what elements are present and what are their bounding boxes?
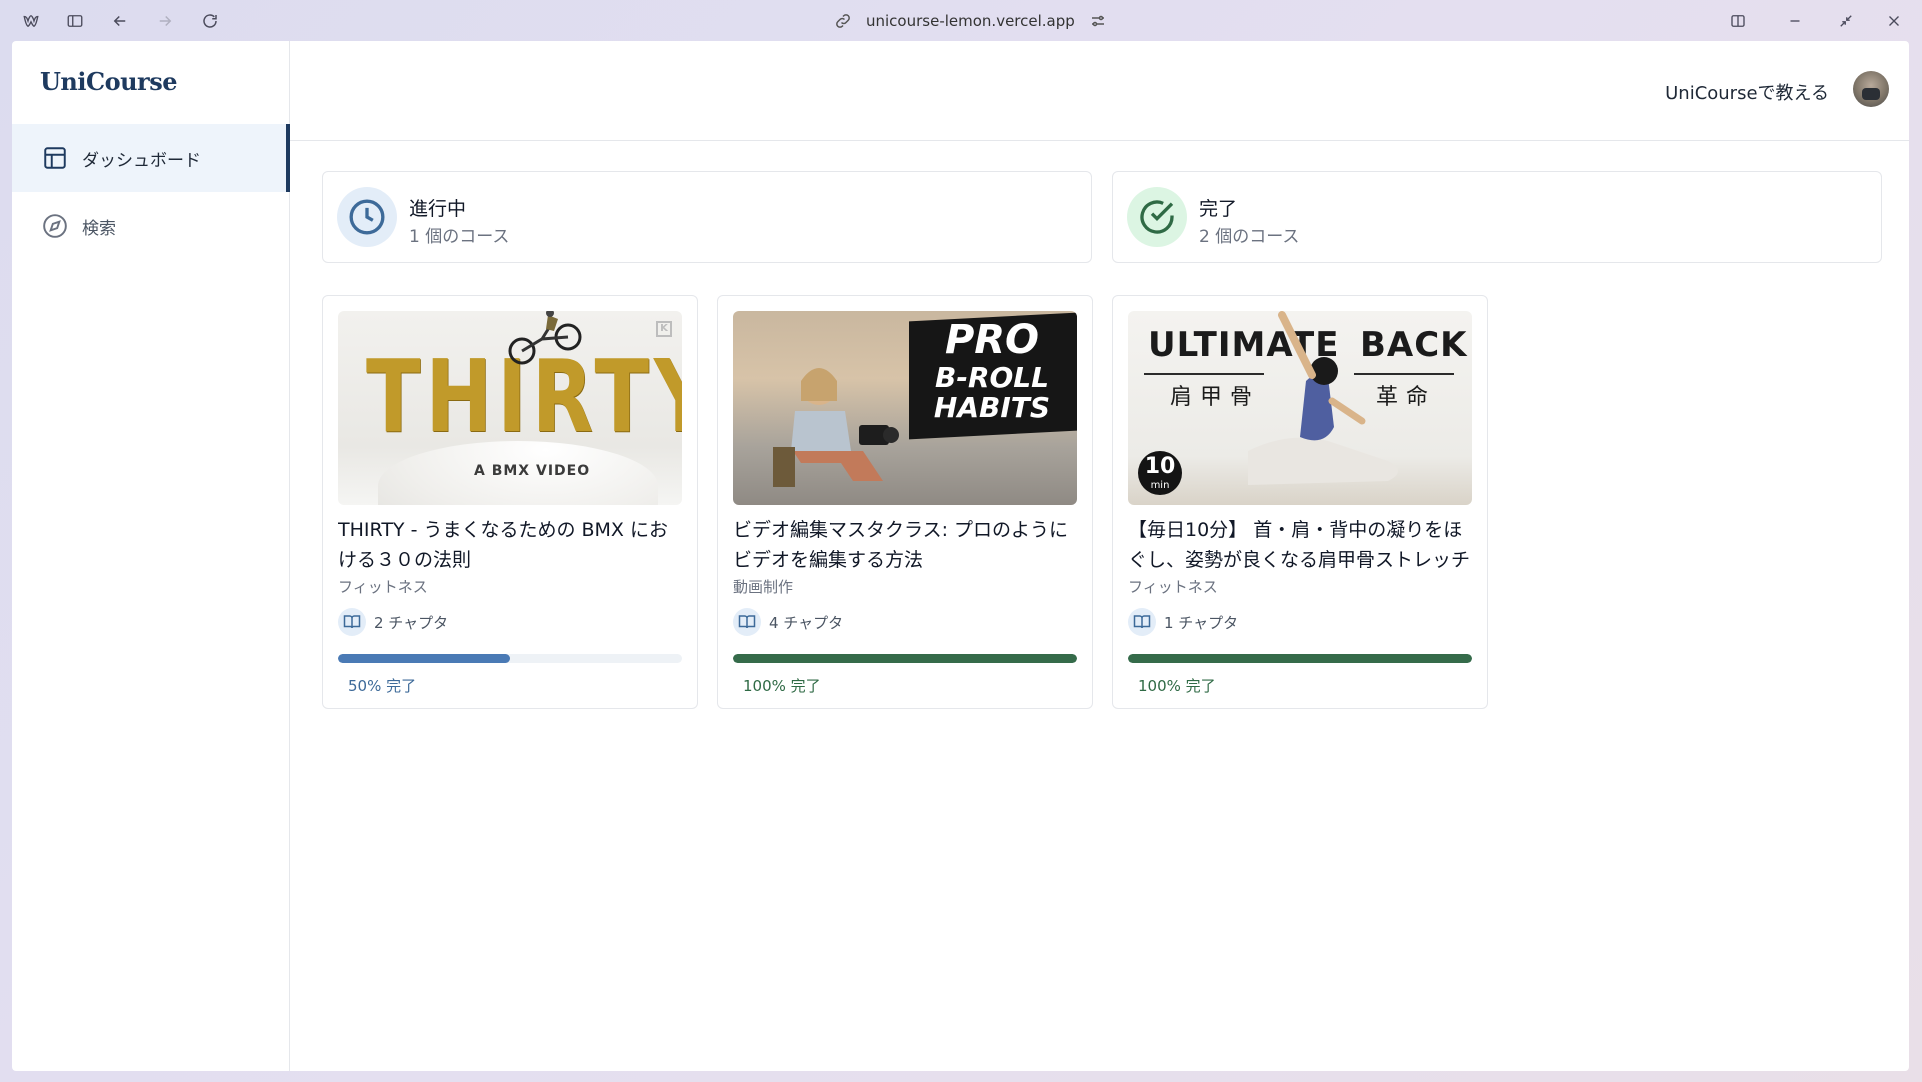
chapter-label: 1 チャプタ: [1164, 613, 1239, 632]
split-view-icon[interactable]: [1725, 8, 1751, 34]
course-card[interactable]: ULTIMATE BACK 肩甲骨 革命 10 min 【毎日10分】 首・肩・…: [1112, 295, 1488, 709]
course-thumbnail[interactable]: THIRTY A BMX VIDEO K: [338, 311, 682, 505]
stat-title: 完了: [1199, 198, 1238, 220]
book-icon: [1128, 608, 1156, 636]
book-icon: [733, 608, 761, 636]
progress-fill: [1128, 654, 1472, 663]
dashboard-main: 進行中 1 個のコース 完了 2 個のコース THIRTY A BMX VIDE…: [290, 141, 1909, 1071]
course-card[interactable]: THIRTY A BMX VIDEO K THIRTY - うまくなるための B…: [322, 295, 698, 709]
duration-badge: 10 min: [1138, 451, 1182, 495]
progress-label: 50% 完了: [348, 677, 417, 695]
sidebar: UniCourse ダッシュボード 検索: [12, 41, 290, 1071]
sidebar-item-dashboard[interactable]: ダッシュボード: [12, 124, 290, 192]
address-bar[interactable]: unicourse-lemon.vercel.app: [834, 8, 1107, 34]
back-icon[interactable]: [107, 8, 133, 34]
compass-icon: [43, 214, 67, 238]
forward-icon[interactable]: [152, 8, 178, 34]
stretching-woman-photo: [1248, 311, 1398, 485]
progress-bar: [1128, 654, 1472, 663]
bmx-rider-icon: [508, 311, 582, 365]
logo[interactable]: UniCourse: [40, 67, 177, 101]
restore-icon[interactable]: [1833, 8, 1859, 34]
progress-bar: [733, 654, 1077, 663]
progress-label: 100% 完了: [743, 677, 821, 695]
videographer-photo: [773, 368, 899, 487]
chapter-label: 4 チャプタ: [769, 613, 844, 632]
reload-icon[interactable]: [197, 8, 223, 34]
course-category: フィットネス: [1128, 578, 1218, 596]
chapter-count: 2 チャプタ: [338, 608, 448, 636]
avatar[interactable]: [1853, 71, 1889, 107]
stat-title: 進行中: [409, 198, 467, 220]
completed-stat-card: 完了 2 個のコース: [1112, 171, 1882, 263]
browser-toolbar: unicourse-lemon.vercel.app: [0, 0, 1922, 41]
site-settings-icon[interactable]: [1089, 12, 1107, 30]
progress-label: 100% 完了: [1138, 677, 1216, 695]
sidebar-toggle-icon[interactable]: [62, 8, 88, 34]
chapter-label: 2 チャプタ: [374, 613, 449, 632]
course-thumbnail[interactable]: ULTIMATE BACK 肩甲骨 革命 10 min: [1128, 311, 1472, 505]
clock-icon: [337, 187, 397, 247]
stat-subtitle: 2 個のコース: [1199, 227, 1300, 247]
chapter-count: 1 チャプタ: [1128, 608, 1238, 636]
book-icon: [338, 608, 366, 636]
app-window: UniCourse ダッシュボード 検索 UniCourseで教える 進行中 1…: [12, 41, 1909, 1071]
close-icon[interactable]: [1881, 8, 1907, 34]
layout-icon: [44, 147, 66, 169]
top-bar: UniCourseで教える: [290, 41, 1909, 141]
stat-subtitle: 1 個のコース: [409, 227, 510, 247]
browser-logo-icon[interactable]: [18, 8, 44, 34]
course-title[interactable]: ビデオ編集マスタクラス: プロのようにビデオを編集する方法: [733, 515, 1079, 575]
course-title[interactable]: THIRTY - うまくなるための BMX における３０の法則: [338, 515, 684, 575]
progress-fill: [338, 654, 510, 663]
course-card[interactable]: PRO B-ROLL HABITS ビデオ編集マスタクラス: プロのようにビデオ…: [717, 295, 1093, 709]
in-progress-stat-card: 進行中 1 個のコース: [322, 171, 1092, 263]
sidebar-item-label: 検索: [82, 218, 116, 239]
channel-badge: K: [656, 321, 672, 337]
course-title[interactable]: 【毎日10分】 首・肩・背中の凝りをほぐし、姿勢が良くなる肩甲骨ストレッチ: [1128, 515, 1474, 575]
course-category: 動画制作: [733, 578, 794, 596]
course-thumbnail[interactable]: PRO B-ROLL HABITS: [733, 311, 1077, 505]
sidebar-item-label: ダッシュボード: [82, 150, 201, 171]
chapter-count: 4 チャプタ: [733, 608, 843, 636]
url-text[interactable]: unicourse-lemon.vercel.app: [866, 12, 1075, 30]
progress-bar: [338, 654, 682, 663]
minimize-icon[interactable]: [1782, 8, 1808, 34]
progress-fill: [733, 654, 1077, 663]
sidebar-item-search[interactable]: 検索: [12, 192, 290, 260]
link-icon: [836, 14, 850, 28]
teach-link[interactable]: UniCourseで教える: [1665, 79, 1829, 105]
course-category: フィットネス: [338, 578, 428, 596]
check-circle-icon: [1127, 187, 1187, 247]
